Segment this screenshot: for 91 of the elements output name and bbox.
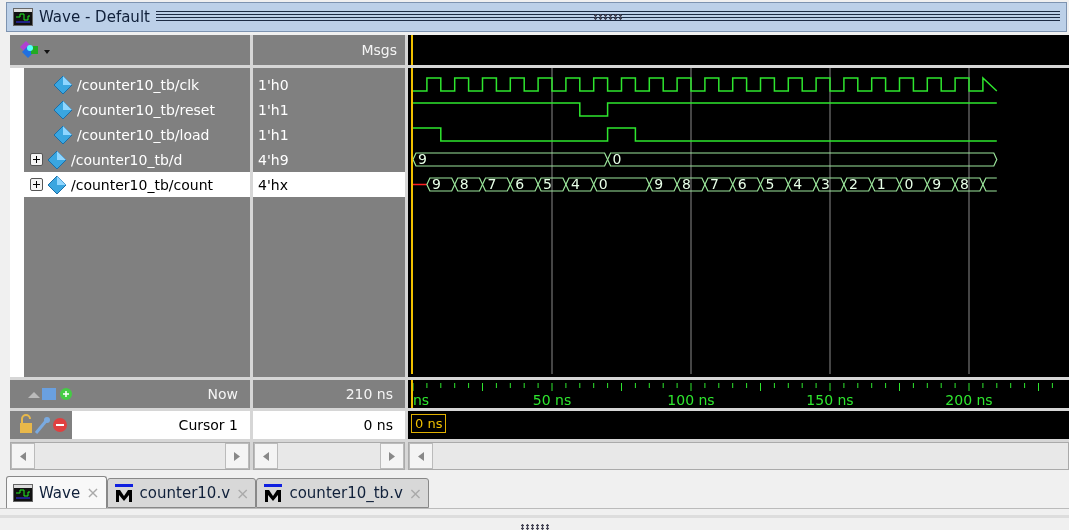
signal-diamond-icon: [47, 174, 67, 195]
bus-value-segment: [815, 177, 845, 192]
window-title: Wave - Default: [39, 8, 150, 26]
bus-value-label: 4: [570, 176, 580, 192]
bus-value-segment: [454, 177, 484, 192]
add-signal-icon[interactable]: [18, 40, 52, 60]
scroll-left-icon[interactable]: [418, 451, 424, 461]
cursor-time: 0 ns: [363, 417, 393, 433]
signal-value: 1'h0: [257, 75, 290, 95]
bus-value-label: 0: [904, 176, 914, 192]
tab-label: counter10_tb.v: [289, 484, 403, 502]
horizontal-scrollbar[interactable]: [253, 442, 405, 470]
bus-value-label: 3: [821, 176, 830, 192]
tab-close[interactable]: ×: [86, 483, 100, 502]
bus-value-segment: [871, 177, 901, 192]
signal-value: 1'h1: [257, 100, 290, 120]
bus-value-segment: [843, 177, 873, 192]
scroll-left-icon[interactable]: [263, 451, 269, 461]
signal-diamond-icon: [53, 124, 73, 145]
bus-value-label: 6: [515, 176, 525, 192]
bus-value-label: 0: [598, 176, 608, 192]
bus-value-segment: [426, 177, 456, 192]
scroll-right-icon[interactable]: [234, 451, 240, 461]
grip-icon[interactable]: [519, 524, 550, 530]
tab[interactable]: counter10_tb.v ×: [256, 478, 430, 508]
time-label: 100 ns: [667, 392, 715, 408]
wave-window-icon: [13, 483, 33, 502]
horizontal-scrollbar[interactable]: [10, 442, 250, 470]
signal-value: 4'hx: [253, 172, 405, 197]
bus-value-label: 2: [848, 176, 858, 192]
bus-value-label: 9: [932, 176, 942, 192]
signal-name: /counter10_tb/reset: [77, 101, 215, 118]
signal-value: 1'h1: [257, 125, 290, 145]
cursor-marker[interactable]: 0 ns: [411, 414, 447, 433]
bus-value-label: 0: [612, 151, 622, 167]
signal-name: /counter10_tb/d: [71, 151, 183, 168]
bus-value-label: 6: [737, 176, 747, 192]
bus-value-label: 8: [960, 176, 969, 192]
bus-value-segment: [732, 177, 762, 192]
signal-row[interactable]: /counter10_tb/d: [24, 147, 250, 172]
bus-value-label: 8: [459, 176, 469, 192]
bus-value-segment: [704, 177, 734, 192]
scroll-left-icon[interactable]: [20, 451, 26, 461]
signal-row[interactable]: /counter10_tb/load: [24, 122, 250, 147]
bus-value-label: 9: [418, 151, 427, 167]
signal-diamond-icon: [53, 99, 73, 120]
bus-value-label: 8: [682, 176, 691, 192]
expand-icon[interactable]: [30, 153, 43, 166]
horizontal-scrollbar[interactable]: [408, 442, 1069, 470]
bus-value-segment: [759, 177, 789, 192]
signal-name: /counter10_tb/load: [77, 126, 210, 143]
time-label: ns: [413, 392, 430, 408]
signal-name: /counter10_tb/count: [71, 176, 213, 193]
bus-value-label: 5: [765, 176, 775, 192]
bus-value-label: 5: [543, 176, 552, 192]
bus-value-label: 7: [709, 176, 719, 192]
signal-row[interactable]: /counter10_tb/clk: [24, 72, 250, 97]
time-label: 150 ns: [806, 392, 854, 408]
source-file-icon: [113, 483, 134, 503]
bus-value-segment: [787, 177, 817, 192]
bus-value-segment: [509, 177, 539, 192]
signal-diamond-icon: [47, 149, 67, 170]
bus-value-segment: [676, 177, 706, 192]
signal-name: /counter10_tb/clk: [77, 76, 200, 93]
signal-row[interactable]: /counter10_tb/reset: [24, 97, 250, 122]
wave-window-icon: [13, 8, 33, 26]
bus-value-segment: [481, 177, 511, 192]
time-label: 200 ns: [945, 392, 993, 408]
msgs-header: Msgs: [361, 42, 397, 58]
bus-value-segment: [537, 177, 567, 192]
bus-value-label: 9: [431, 176, 441, 192]
bus-value-label: 1: [876, 176, 886, 192]
tab-label: counter10.v: [139, 484, 231, 502]
bus-value-label: 4: [793, 176, 803, 192]
bus-value-label: 7: [487, 176, 497, 192]
cursor-name: Cursor 1: [178, 417, 238, 433]
source-file-icon: [263, 483, 284, 503]
now-time: 210 ns: [345, 386, 393, 402]
bus-value-segment: [926, 177, 956, 192]
time-label: 50 ns: [532, 392, 572, 408]
tab[interactable]: counter10.v ×: [106, 478, 257, 508]
expand-icon[interactable]: [30, 178, 43, 191]
grip-icon[interactable]: [592, 14, 623, 20]
signal-diamond-icon: [53, 74, 73, 95]
now-label: Now: [207, 386, 238, 402]
tab-label: Wave: [39, 483, 81, 502]
scroll-right-icon[interactable]: [389, 451, 395, 461]
bus-value-segment: [898, 177, 928, 192]
tab[interactable]: Wave ×: [6, 476, 107, 508]
bus-value-label: 9: [654, 176, 664, 192]
signal-value: 4'h9: [257, 150, 290, 170]
